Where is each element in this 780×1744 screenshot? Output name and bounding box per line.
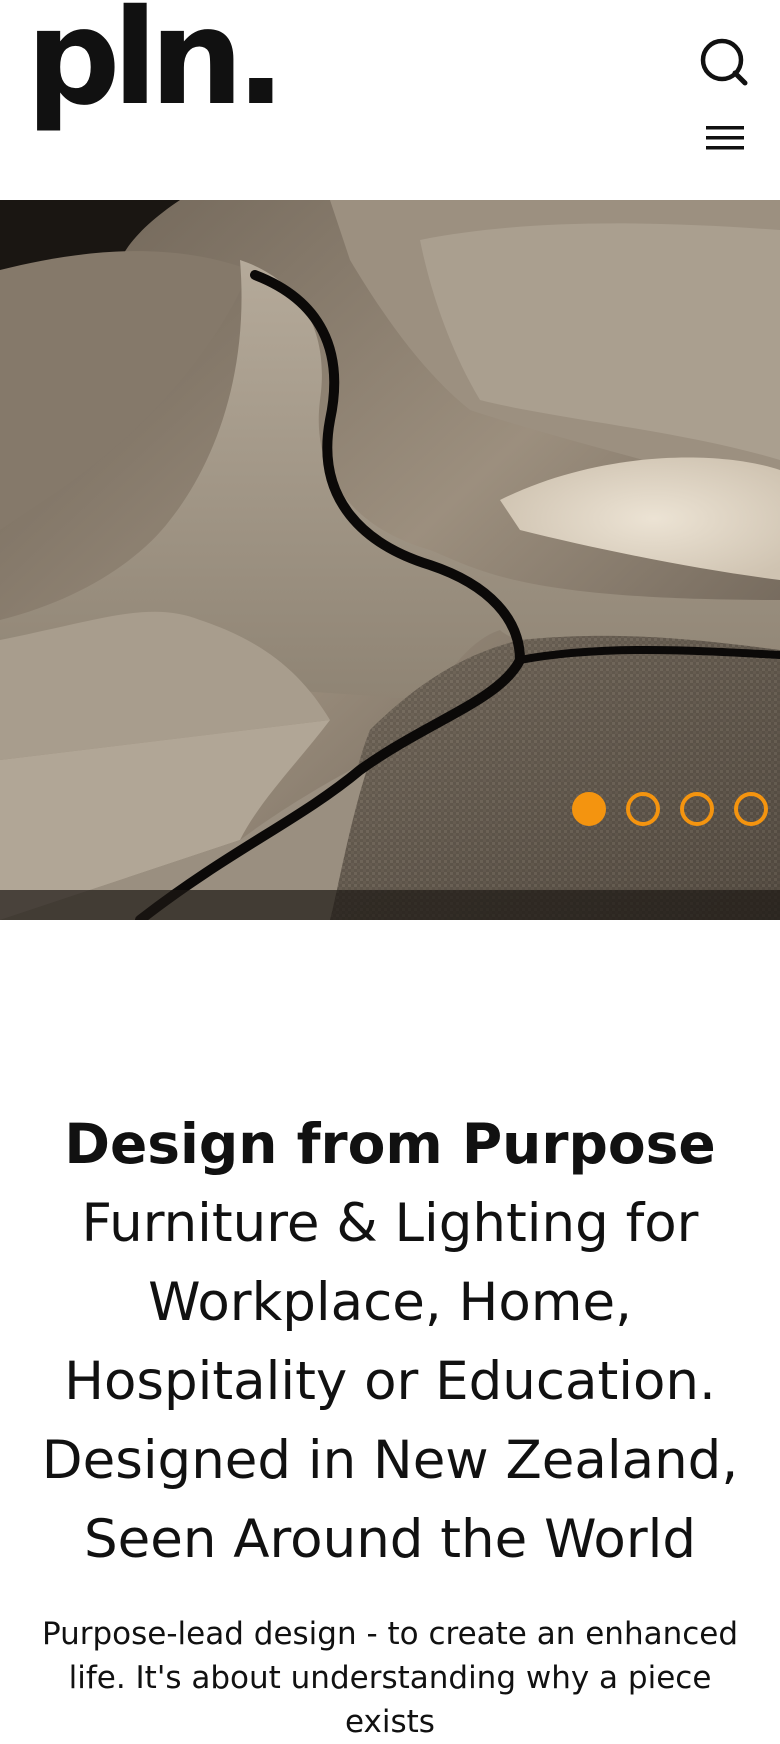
slide-dot-2[interactable]	[626, 792, 660, 826]
slide-dot-4[interactable]	[734, 792, 768, 826]
intro-section: Design from Purpose Furniture & Lighting…	[0, 920, 780, 1740]
hamburger-menu-icon	[706, 126, 744, 150]
site-logo[interactable]: pln.	[26, 0, 286, 124]
slider-pagination	[572, 792, 768, 826]
page-headline: Design from Purpose	[64, 1112, 716, 1176]
intro-paragraph: Purpose-lead design - to create an enhan…	[41, 1616, 739, 1740]
page-subheadline: Furniture & Lighting for Workplace, Home…	[41, 1193, 739, 1570]
hero-slider	[0, 200, 780, 920]
site-header: pln.	[0, 0, 780, 200]
slide-dot-1[interactable]	[572, 792, 606, 826]
search-button[interactable]	[694, 32, 756, 94]
search-icon	[700, 38, 748, 86]
menu-button[interactable]	[698, 118, 750, 158]
slide-dot-3[interactable]	[680, 792, 714, 826]
